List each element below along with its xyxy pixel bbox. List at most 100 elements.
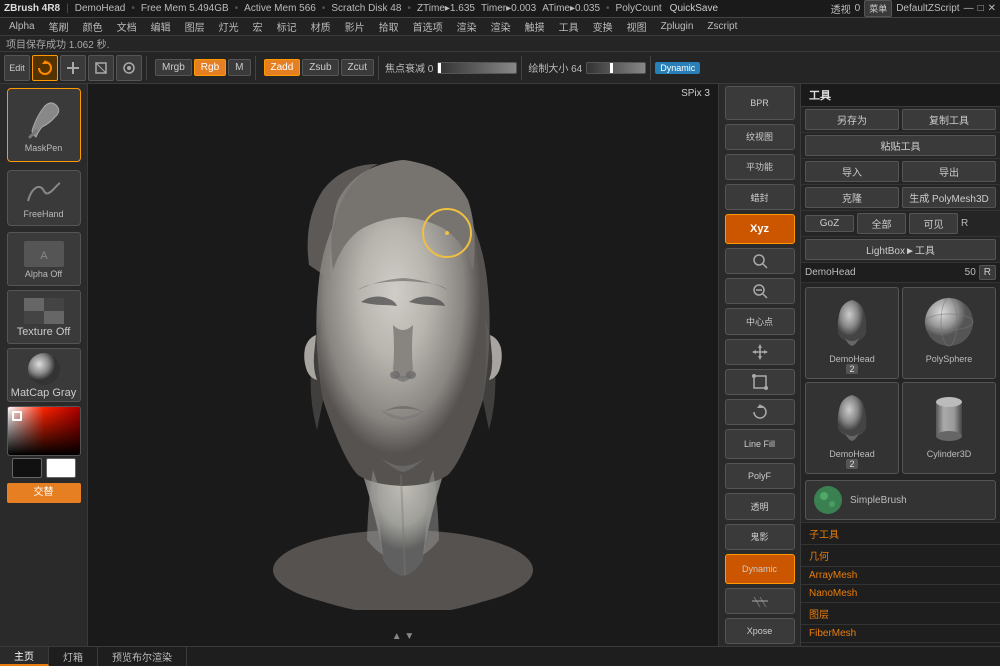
freehand-selector[interactable]: FreeHand <box>7 170 81 226</box>
copy-tool-btn[interactable]: 复制工具 <box>902 109 996 130</box>
menu-alpha[interactable]: Alpha <box>4 20 40 33</box>
submenu-geometry[interactable]: 几何 <box>801 545 1000 567</box>
viewport[interactable]: SPix 3 ▲ ▼ <box>88 84 718 646</box>
xpose-btn[interactable]: Xpose <box>725 618 795 644</box>
move-btn[interactable] <box>725 339 795 365</box>
menu-transform[interactable]: 变换 <box>588 18 618 35</box>
menu-light[interactable]: 灯光 <box>214 18 244 35</box>
xyz-btn[interactable]: Xyz <box>725 214 795 244</box>
menu-brush[interactable]: 笔刷 <box>44 18 74 35</box>
menu-button[interactable]: 菜单 <box>864 0 892 17</box>
nav-preview-bool[interactable]: 预览布尔渲染 <box>98 647 187 666</box>
mrgb-btn[interactable]: Mrgb <box>155 59 192 76</box>
scale-btn[interactable] <box>725 369 795 395</box>
zsub-btn[interactable]: Zsub <box>302 59 338 76</box>
spix-btn[interactable]: 纹视图 <box>725 124 795 150</box>
draw-size-slider[interactable] <box>586 62 646 74</box>
wax-btn[interactable]: 蜡封 <box>725 184 795 210</box>
alt-save-btn[interactable]: 另存为 <box>805 109 899 130</box>
matcap-selector[interactable]: MatCap Gray <box>7 348 81 402</box>
nav-home[interactable]: 主页 <box>0 647 49 666</box>
search-btn[interactable] <box>725 248 795 274</box>
quick-save-btn[interactable]: QuickSave <box>670 3 718 14</box>
linefill-btn[interactable]: Line Fill <box>725 429 795 459</box>
main-content: MaskPen FreeHand A Alpha Off Texture Of <box>0 84 1000 646</box>
color-gradient[interactable] <box>7 406 81 456</box>
goz-btn[interactable]: GoZ <box>805 215 854 232</box>
brush-selector[interactable]: MaskPen <box>7 88 81 162</box>
menu-movie[interactable]: 影片 <box>340 18 370 35</box>
menu-touch[interactable]: 触摸 <box>520 18 550 35</box>
menu-tool[interactable]: 工具 <box>554 18 584 35</box>
submenu-layers[interactable]: 图层 <box>801 603 1000 625</box>
tool-thumb-polysphere[interactable]: PolySphere <box>902 287 996 379</box>
clone-btn[interactable]: 克隆 <box>805 187 899 208</box>
make-poly-btn[interactable]: 生成 PolyMesh3D <box>902 187 996 208</box>
all-btn[interactable]: 全部 <box>857 213 906 234</box>
nav-lightbox[interactable]: 灯箱 <box>49 647 98 666</box>
tool-thumb-cylinder3d[interactable]: Cylinder3D <box>902 382 996 474</box>
submenu-fibermesh[interactable]: FiberMesh <box>801 625 1000 643</box>
submenu-nanomesh[interactable]: NanoMesh <box>801 585 1000 603</box>
submenu-hd-geometry[interactable]: HD 几何 <box>801 643 1000 646</box>
flat-btn[interactable]: 平功能 <box>725 154 795 180</box>
menu-layer[interactable]: 图层 <box>180 18 210 35</box>
zoom-out-btn[interactable] <box>725 278 795 304</box>
import-btn[interactable]: 导入 <box>805 161 899 182</box>
menu-render[interactable]: 渲染 <box>452 18 482 35</box>
menu-edit[interactable]: 编辑 <box>146 18 176 35</box>
minimize-icon[interactable]: — <box>964 3 974 14</box>
rgb-btn[interactable]: Rgb <box>194 59 226 76</box>
submenu-arraymesh[interactable]: ArrayMesh <box>801 567 1000 585</box>
floor-btn[interactable] <box>725 588 795 614</box>
bpr-btn[interactable]: BPR <box>725 86 795 120</box>
visible-btn[interactable]: 可见 <box>909 213 958 234</box>
scale-btn[interactable] <box>88 55 114 81</box>
menu-mark[interactable]: 标记 <box>272 18 302 35</box>
center-btn[interactable]: 中心点 <box>725 308 795 334</box>
menu-material[interactable]: 材质 <box>306 18 336 35</box>
sep1: | <box>66 3 69 14</box>
close-icon[interactable]: ✕ <box>988 3 996 14</box>
zadd-btn[interactable]: Zadd <box>264 59 301 76</box>
dynamic-btn[interactable]: Dynamic <box>655 62 700 74</box>
poly-btn[interactable]: PolyF <box>725 463 795 489</box>
draw-btn[interactable] <box>116 55 142 81</box>
menu-color[interactable]: 颜色 <box>78 18 108 35</box>
dynamic-side-btn[interactable]: Dynamic <box>725 554 795 584</box>
rotate-side-btn[interactable] <box>725 399 795 425</box>
menu-macro[interactable]: 宏 <box>248 18 268 35</box>
secondary-color-swatch[interactable] <box>46 458 76 478</box>
transp-btn[interactable]: 透明 <box>725 493 795 519</box>
m-btn[interactable]: M <box>228 59 250 76</box>
zcut-btn[interactable]: Zcut <box>341 59 374 76</box>
primary-color-swatch[interactable] <box>12 458 42 478</box>
menu-preferences[interactable]: 首选项 <box>408 18 448 35</box>
menu-doc[interactable]: 文档 <box>112 18 142 35</box>
paste-tool-btn[interactable]: 粘贴工具 <box>805 135 996 156</box>
bottom-arrows[interactable]: ▲ ▼ <box>392 631 415 642</box>
move-btn[interactable] <box>60 55 86 81</box>
r-btn[interactable]: R <box>979 265 996 280</box>
lightbox-tool-btn[interactable]: LightBox►工具 <box>805 239 996 260</box>
menu-pick[interactable]: 拾取 <box>374 18 404 35</box>
submenu-subtool[interactable]: 子工具 <box>801 523 1000 545</box>
menu-stencil[interactable]: 渲染 <box>486 18 516 35</box>
menu-zplugin[interactable]: Zplugin <box>656 20 699 33</box>
focal-slider[interactable] <box>437 62 517 74</box>
alpha-selector[interactable]: A Alpha Off <box>7 232 81 286</box>
ghost-btn[interactable]: 鬼影 <box>725 524 795 550</box>
maximize-icon[interactable]: □ <box>978 3 984 14</box>
zadd-controls: Zadd Zsub Zcut <box>264 59 374 76</box>
rotate-btn[interactable] <box>32 55 58 81</box>
edit-btn[interactable]: Edit <box>4 55 30 81</box>
texture-selector[interactable]: Texture Off <box>7 290 81 344</box>
switch-btn[interactable]: 交替 <box>7 483 81 503</box>
tool-thumb-simplebrush[interactable]: SimpleBrush <box>805 480 996 520</box>
tool-thumb-demohead-2[interactable]: DemoHead 2 <box>805 382 899 474</box>
xpose-label: Xpose <box>747 626 773 636</box>
menu-view[interactable]: 视图 <box>622 18 652 35</box>
tool-thumb-demohead-1[interactable]: DemoHead 2 <box>805 287 899 379</box>
export-btn[interactable]: 导出 <box>902 161 996 182</box>
menu-zscript[interactable]: Zscript <box>702 20 742 33</box>
